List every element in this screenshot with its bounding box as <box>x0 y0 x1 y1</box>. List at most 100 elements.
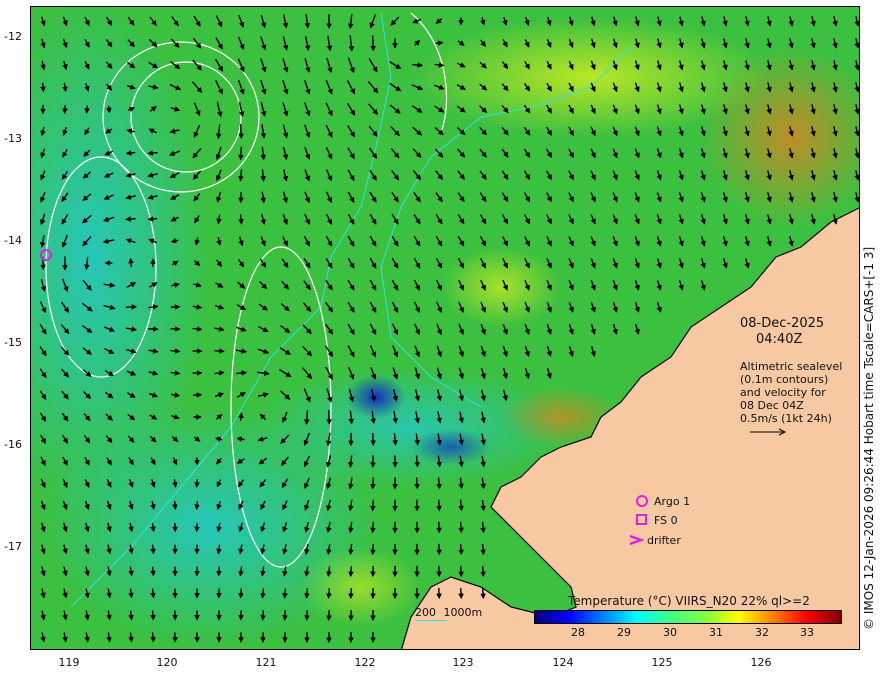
colorbar-tick: 29 <box>617 626 631 639</box>
velocity-arrow <box>458 543 464 556</box>
colorbar <box>534 610 842 624</box>
legend-drifter-label: drifter <box>647 533 681 547</box>
y-tick-label: -16 <box>4 438 22 451</box>
y-tick-label: -13 <box>4 132 22 145</box>
colorbar-tick: 30 <box>663 626 677 639</box>
colorbar-tick: 32 <box>755 626 769 639</box>
velocity-arrow <box>150 588 156 599</box>
velocity-arrow <box>326 588 332 600</box>
velocity-arrow <box>370 521 376 534</box>
date-label: 08-Dec-2025 <box>740 316 825 331</box>
velocity-arrow <box>480 543 486 556</box>
velocity-arrow <box>370 565 376 578</box>
fs-square-icon <box>636 514 647 525</box>
y-tick-label: -17 <box>4 540 22 553</box>
isobath-legend: 200 1000m <box>415 606 482 619</box>
velocity-arrow <box>411 62 424 68</box>
altimetry-info: Altimetric sealevel (0.1m contours) and … <box>740 360 860 440</box>
velocity-arrow <box>480 565 486 578</box>
cold-patch <box>411 429 491 465</box>
velocity-arrow <box>370 477 376 490</box>
isobath-label-1000: 1000m <box>443 606 483 619</box>
velocity-arrow <box>458 521 464 534</box>
velocity-arrow <box>436 521 442 534</box>
velocity-arrow <box>150 566 156 577</box>
velocity-arrow <box>147 216 158 222</box>
velocity-arrow <box>348 565 354 578</box>
colorbar-tick: 28 <box>571 626 585 639</box>
y-tick-label: -15 <box>4 336 22 349</box>
velocity-arrow <box>194 522 200 533</box>
argo-circle-icon <box>636 495 648 507</box>
warm-south <box>301 547 421 627</box>
altimetry-line: 08 Dec 04Z <box>740 399 804 412</box>
x-tick-label: 119 <box>58 656 80 669</box>
y-tick-label: -12 <box>4 30 22 43</box>
velocity-arrow <box>125 216 136 222</box>
velocity-arrow <box>125 150 136 156</box>
x-tick-label: 123 <box>452 656 474 669</box>
colorbar-tick: 31 <box>709 626 723 639</box>
velocity-arrow <box>214 348 225 354</box>
velocity-arrow <box>238 124 244 140</box>
x-tick-label: 122 <box>354 656 376 669</box>
velocity-arrow <box>150 258 156 267</box>
velocity-arrow <box>260 588 266 599</box>
x-tick-label: 121 <box>255 656 277 669</box>
scale-arrow-icon <box>750 428 787 436</box>
velocity-arrow <box>172 500 178 511</box>
velocity-arrow <box>40 82 46 93</box>
time-label: 04:40Z <box>756 332 803 347</box>
velocity-arrow <box>238 146 244 161</box>
altimetry-line: Altimetric sealevel <box>740 360 843 373</box>
colorbar-tick: 33 <box>800 626 814 639</box>
velocity-arrow <box>435 40 444 46</box>
map-canvas <box>30 6 860 650</box>
velocity-arrow <box>370 499 376 512</box>
sst-map <box>31 7 859 649</box>
velocity-arrow <box>84 105 90 114</box>
isobath-label-200: 200 <box>415 606 436 619</box>
altimetry-line: (0.1m contours) <box>740 373 829 386</box>
legend-argo: Argo 1 <box>635 494 690 508</box>
velocity-arrow <box>282 588 288 599</box>
velocity-arrow <box>125 304 138 310</box>
velocity-arrow <box>348 588 354 600</box>
x-tick-label: 125 <box>651 656 673 669</box>
x-tick-label: 120 <box>156 656 178 669</box>
velocity-arrow <box>370 543 376 556</box>
velocity-arrow <box>194 479 200 488</box>
timestamp-block: 08-Dec-2025 04:40Z <box>740 316 824 348</box>
legend-fs: FS 0 <box>635 513 678 527</box>
credit-text: © IMOS 12-Jan-2026 09:26:44 Hobart time … <box>862 246 876 630</box>
velocity-arrow <box>192 326 203 332</box>
velocity-arrow <box>150 544 156 555</box>
velocity-arrow <box>436 499 442 512</box>
velocity-arrow <box>150 632 156 643</box>
x-tick-label: 124 <box>552 656 574 669</box>
isobath-legend-line <box>415 620 447 621</box>
velocity-arrow <box>170 348 181 354</box>
velocity-arrow <box>62 104 68 115</box>
velocity-arrow <box>192 392 203 398</box>
legend-argo-label: Argo 1 <box>654 494 691 508</box>
altimetry-line: 0.5m/s (1kt 24h) <box>740 412 832 425</box>
legend-fs-label: FS 0 <box>654 513 678 527</box>
velocity-arrow <box>150 610 156 621</box>
legend-drifter: drifter <box>628 533 681 547</box>
velocity-arrow <box>238 191 244 204</box>
velocity-arrow <box>304 588 310 599</box>
colorbar-title: Temperature (°C) VIIRS_N20 22% ql>=2 <box>568 594 810 608</box>
velocity-arrow <box>128 257 134 268</box>
velocity-arrow <box>480 587 486 600</box>
drifter-chevron-icon <box>629 534 644 546</box>
velocity-arrow <box>216 566 222 577</box>
velocity-arrow <box>370 35 376 52</box>
velocity-arrow <box>172 632 178 643</box>
velocity-arrow <box>304 610 310 621</box>
velocity-arrow <box>282 610 288 621</box>
velocity-arrow <box>260 610 266 621</box>
velocity-arrow <box>458 587 464 600</box>
velocity-arrow <box>436 477 442 490</box>
altimetry-line: and velocity for <box>740 386 826 399</box>
